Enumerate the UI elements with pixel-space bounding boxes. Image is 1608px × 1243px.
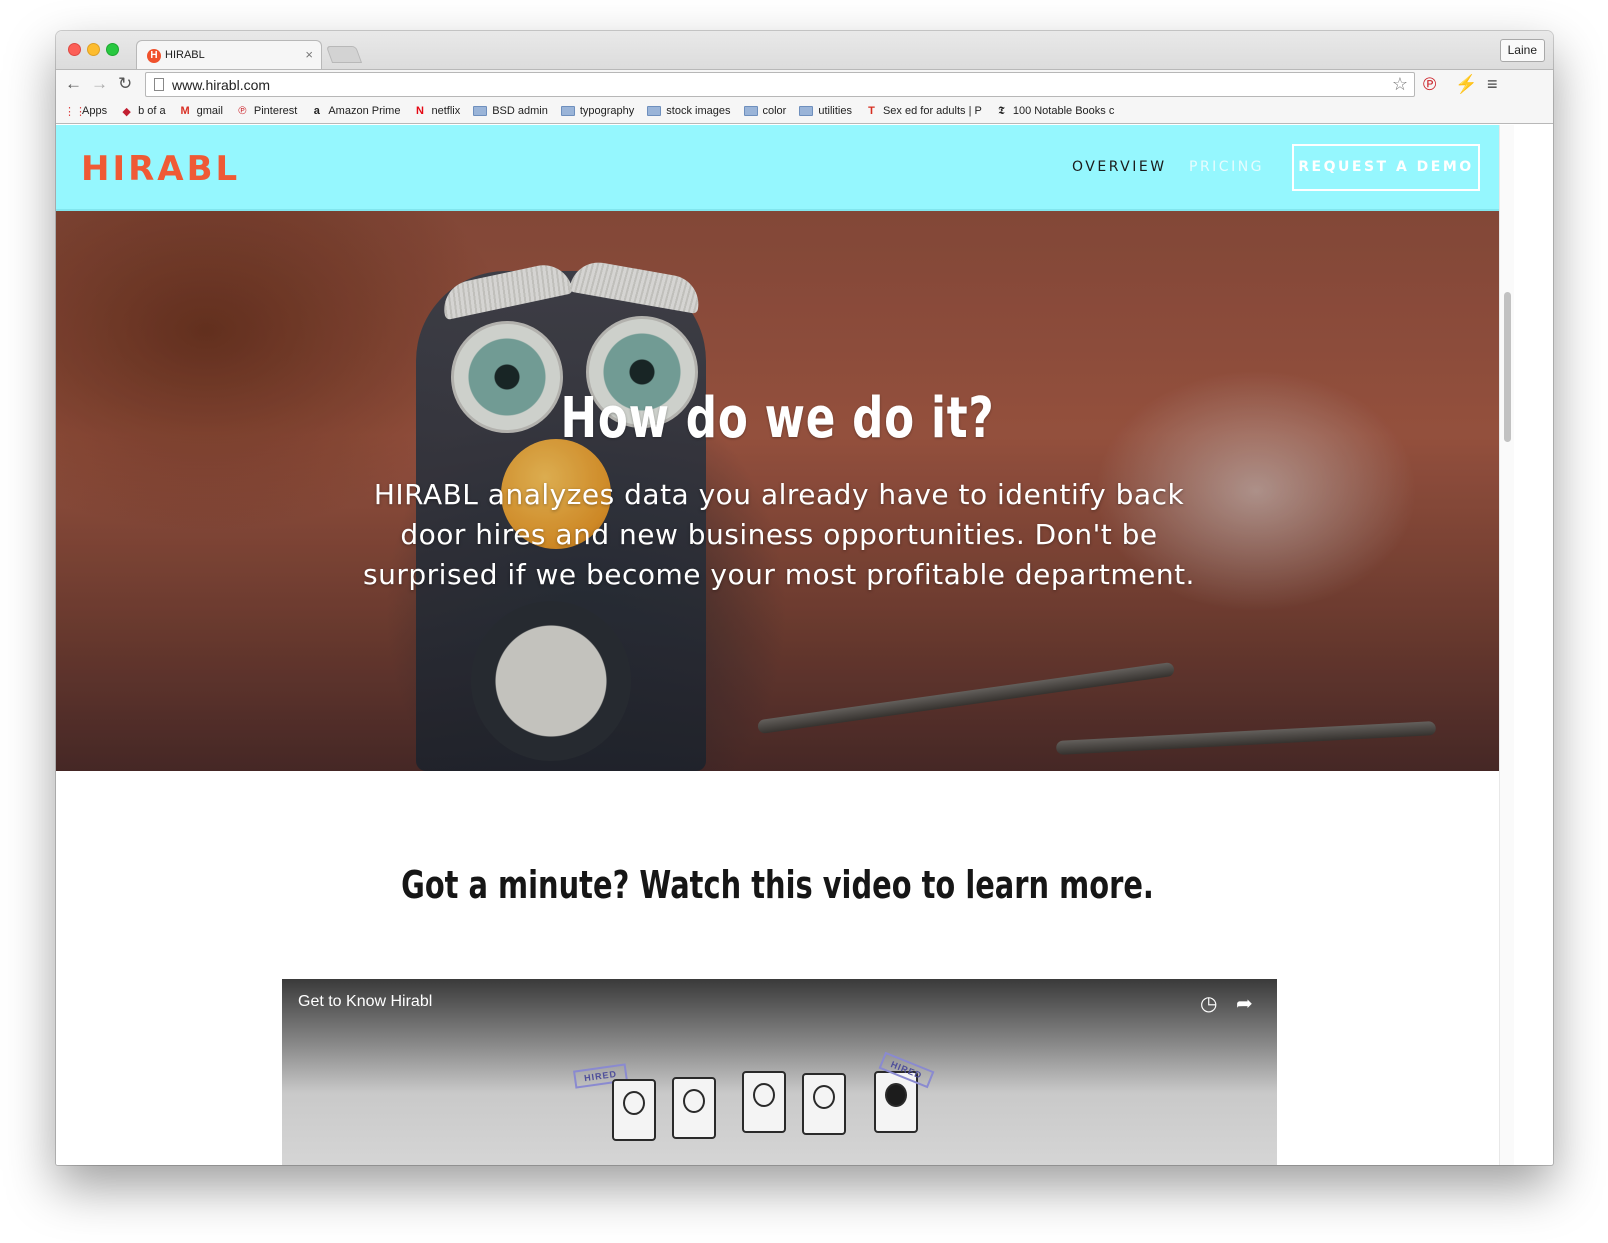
zoom-window-button[interactable]: [106, 43, 119, 56]
video-heading: Got a minute? Watch this video to learn …: [401, 863, 1154, 907]
bookmark-label: BSD admin: [492, 105, 548, 117]
tab-title: HIRABL: [165, 49, 205, 61]
bookmark-stock-images[interactable]: stock images: [647, 105, 731, 117]
bookmark-label: typography: [579, 105, 635, 117]
folder-icon: [799, 106, 814, 116]
scrollbar-thumb[interactable]: [1504, 292, 1511, 442]
page-viewport: HIRABL OVERVIEW PRICING REQUEST A DEMO H…: [56, 125, 1499, 1165]
tumblr-icon: T: [868, 105, 875, 117]
bookmark-label: b of a: [138, 105, 166, 117]
bookmark-typography[interactable]: typography: [560, 105, 635, 117]
bookmark-label: Pinterest: [253, 105, 298, 117]
candidate-card: [672, 1077, 716, 1139]
address-bar[interactable]: www.hirabl.com ☆: [145, 72, 1415, 97]
share-arrow-icon[interactable]: ➦: [1236, 991, 1253, 1016]
bookmark-label: Amazon Prime: [328, 105, 401, 117]
candidate-card: [742, 1071, 786, 1133]
bookmark-gmail[interactable]: Mgmail: [179, 105, 223, 117]
hero-subtitle: HIRABL analyzes data you already have to…: [363, 478, 1195, 591]
amazon-icon: a: [313, 105, 320, 117]
folder-icon: [473, 106, 488, 116]
bookmark-notable-books[interactable]: 𝕿 100 Notable Books c: [995, 104, 1115, 118]
folder-icon: [743, 106, 758, 116]
hirabl-favicon-icon: H: [147, 49, 161, 63]
bookmarks-bar: ⋮⋮ Apps ◆ b of a Mgmail ℗ Pinterest a Amazon…: [56, 99, 1553, 124]
chrome-menu-icon[interactable]: ≡: [1487, 73, 1498, 95]
nav-pricing-link[interactable]: PRICING: [1189, 159, 1264, 175]
close-window-button[interactable]: [68, 43, 81, 56]
candidate-face-icon: [753, 1083, 775, 1107]
page-scrollbar[interactable]: [1499, 125, 1514, 1165]
candidate-card: [802, 1073, 846, 1135]
pinterest-icon: ℗: [238, 105, 247, 117]
candidate-face-icon: [813, 1085, 835, 1109]
video-title[interactable]: Get to Know Hirabl: [298, 993, 432, 1011]
bookmark-label: Apps: [82, 105, 108, 117]
bookmark-color[interactable]: color: [743, 105, 787, 117]
bookmark-label: netflix: [431, 105, 461, 117]
bookmark-bsd-admin[interactable]: BSD admin: [473, 105, 548, 117]
browser-toolbar: ← → ↻ www.hirabl.com ☆ ℗ ⚡ ≡: [56, 69, 1553, 99]
candidate-face-icon: [623, 1091, 645, 1115]
nyt-icon: 𝕿: [997, 104, 1005, 117]
bookmark-utilities[interactable]: utilities: [799, 105, 852, 117]
site-header: HIRABL OVERVIEW PRICING REQUEST A DEMO: [56, 125, 1499, 211]
bookmark-sex-ed[interactable]: T Sex ed for adults | P: [865, 105, 982, 117]
bookmark-label: gmail: [196, 105, 223, 117]
forward-arrow-icon[interactable]: →: [91, 74, 108, 94]
profile-button[interactable]: Laine: [1499, 39, 1545, 62]
folder-icon: [647, 106, 662, 116]
reload-icon[interactable]: ↻: [118, 74, 132, 94]
bookmark-label: utilities: [818, 105, 852, 117]
nav-overview-link[interactable]: OVERVIEW: [1072, 159, 1167, 175]
bookmark-apps[interactable]: ⋮⋮ Apps: [64, 105, 107, 118]
minimize-window-button[interactable]: [87, 43, 100, 56]
page-icon: [154, 78, 164, 91]
bank-icon: ◆: [122, 105, 131, 118]
apps-icon: ⋮⋮: [64, 105, 86, 118]
watch-later-clock-icon[interactable]: ◷: [1200, 991, 1217, 1016]
bookmark-netflix[interactable]: Nnetflix: [413, 105, 460, 117]
title-bar: H HIRABL × Laine: [56, 31, 1553, 70]
pinterest-extension-icon[interactable]: ℗: [1423, 73, 1436, 95]
bookmark-pinterest[interactable]: ℗ Pinterest: [236, 105, 297, 117]
bookmark-amazon-prime[interactable]: a Amazon Prime: [310, 105, 401, 117]
bookmark-label: 100 Notable Books c: [1012, 105, 1115, 117]
new-tab-button[interactable]: [325, 46, 363, 63]
request-demo-button[interactable]: REQUEST A DEMO: [1292, 144, 1480, 191]
candidate-card: [612, 1079, 656, 1141]
close-tab-icon[interactable]: ×: [305, 47, 313, 62]
gmail-icon: M: [180, 105, 190, 117]
hirabl-logo[interactable]: HIRABL: [81, 149, 240, 189]
bookmark-b-of-a[interactable]: ◆ b of a: [120, 105, 166, 118]
bookmark-label: Sex ed for adults | P: [882, 105, 982, 117]
url-text[interactable]: www.hirabl.com: [172, 77, 270, 93]
extension-icon[interactable]: ⚡: [1455, 73, 1477, 95]
bookmark-label: color: [762, 105, 787, 117]
browser-window: H HIRABL × Laine ← → ↻ www.hirabl.com ☆ …: [56, 31, 1553, 1165]
bookmark-star-icon[interactable]: ☆: [1392, 74, 1408, 95]
bookmark-label: stock images: [666, 105, 731, 117]
video-player[interactable]: Get to Know Hirabl ◷ ➦ HIRED HIRED: [282, 979, 1277, 1165]
hero-title: How do we do it?: [560, 386, 995, 451]
netflix-icon: N: [415, 105, 424, 117]
browser-tab[interactable]: H HIRABL ×: [136, 40, 322, 70]
candidate-face-icon: [683, 1089, 705, 1113]
folder-icon: [560, 106, 575, 116]
hero-section: How do we do it? HIRABL analyzes data yo…: [56, 211, 1499, 771]
candidate-face-icon: [885, 1083, 907, 1107]
back-arrow-icon[interactable]: ←: [65, 74, 82, 94]
